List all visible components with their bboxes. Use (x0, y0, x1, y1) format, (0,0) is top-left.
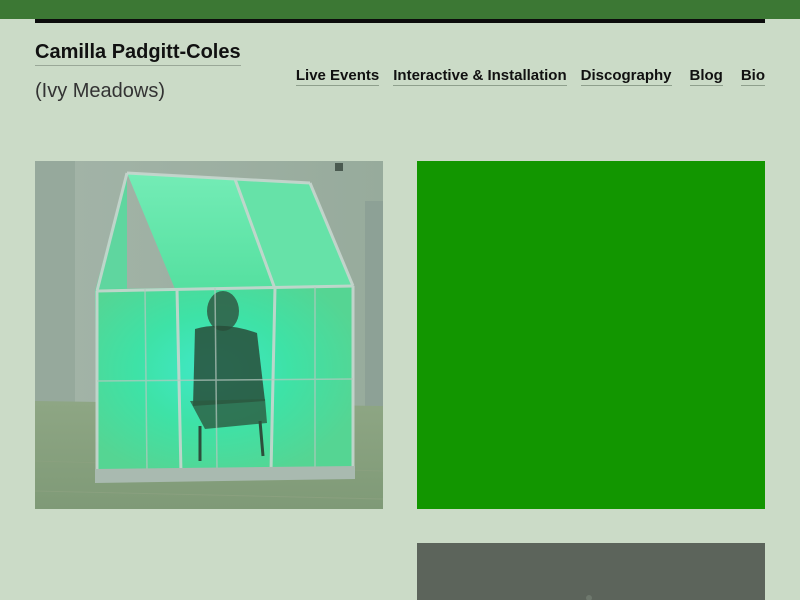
site-title-link[interactable]: Camilla Padgitt-Coles (35, 40, 241, 66)
gallery-tile-greenhouse[interactable] (35, 161, 383, 509)
nav-live-events[interactable]: Live Events (295, 66, 380, 86)
greenhouse-photo (35, 161, 383, 509)
nav-discography[interactable]: Discography (580, 66, 672, 86)
gallery-tile-green[interactable] (417, 161, 765, 509)
nav-bio[interactable]: Bio (740, 66, 765, 86)
nav-blog[interactable]: Blog (689, 66, 723, 86)
top-color-bar (0, 0, 800, 19)
nav-interactive-installation[interactable]: Interactive & Installation (393, 66, 567, 86)
site-subtitle: (Ivy Meadows) (35, 80, 166, 102)
dark-photo (417, 543, 765, 600)
gallery-tile-dark[interactable] (417, 543, 765, 600)
header-rule (35, 19, 765, 23)
main-nav: Live Events Interactive & Installation D… (295, 66, 765, 86)
